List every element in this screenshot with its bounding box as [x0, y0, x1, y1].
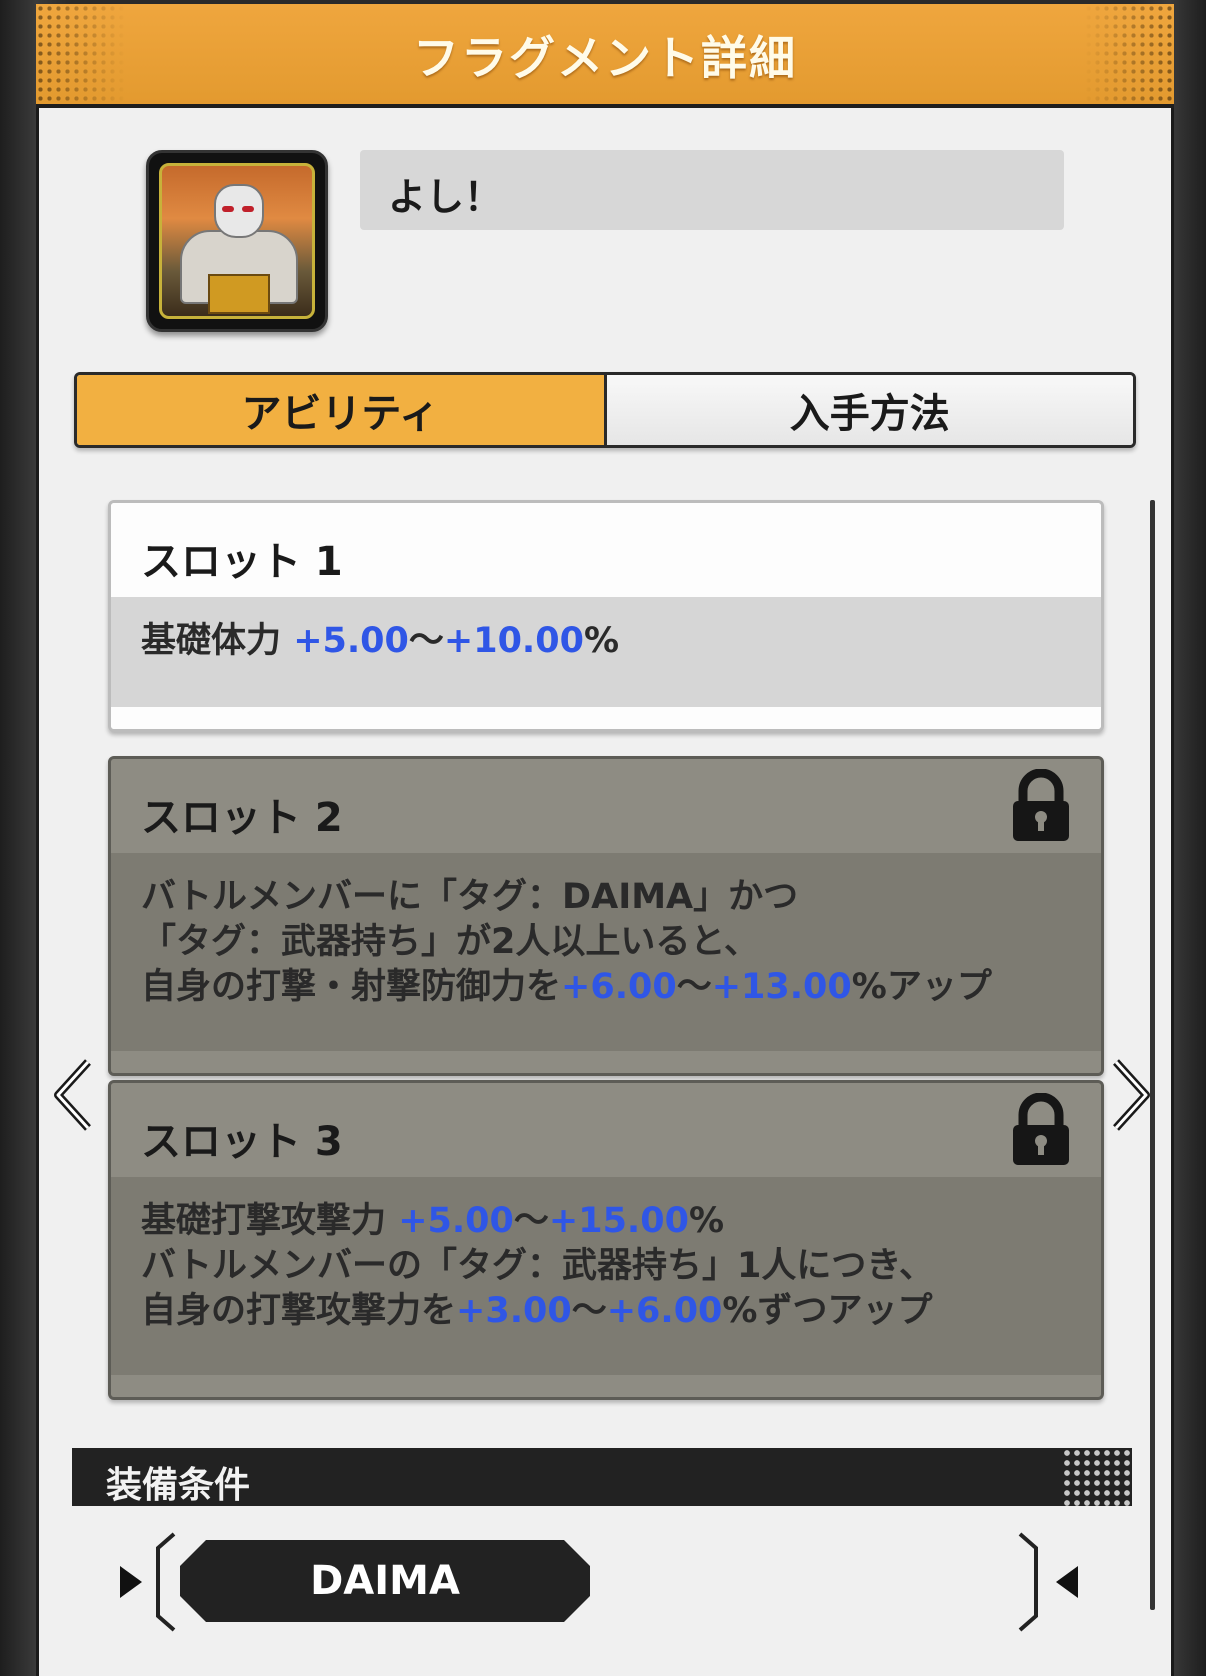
ability-text: % — [688, 1201, 725, 1241]
lock-icon — [1013, 769, 1069, 841]
ability-line: バトルメンバーに「タグ：DAIMA」かつ — [141, 875, 1071, 920]
ability-text: 〜 — [571, 1291, 607, 1331]
ability-value: +5.00 — [293, 621, 409, 661]
character-portrait-icon — [159, 163, 315, 319]
ability-text: バトルメンバーに「タグ：DAIMA」かつ — [141, 877, 799, 917]
slot-description: 基礎打撃攻撃力 +5.00〜+15.00% バトルメンバーの「タグ：武器持ち」1人… — [111, 1177, 1101, 1375]
ability-line: 基礎打撃攻撃力 +5.00〜+15.00% — [141, 1199, 1071, 1244]
ability-line: 自身の打撃攻撃力を+3.00〜+6.00%ずつアップ — [141, 1289, 1071, 1334]
ability-value: +6.00 — [561, 967, 677, 1007]
ability-text: 基礎体力 — [141, 621, 294, 661]
chevron-left-icon[interactable] — [50, 1058, 94, 1132]
requirements-title: 装備条件 — [106, 1465, 251, 1506]
scrollbar[interactable] — [1150, 500, 1155, 1610]
ability-line: バトルメンバーの「タグ：武器持ち」1人につき、 — [141, 1244, 1071, 1289]
fragment-avatar[interactable] — [146, 150, 328, 332]
ability-value: +13.00 — [711, 967, 852, 1007]
ability-text: % — [583, 621, 620, 661]
lock-icon — [1013, 1093, 1069, 1165]
slot-card-2: スロット 2 バトルメンバーに「タグ：DAIMA」かつ 「タグ：武器持ち」が2人以… — [108, 756, 1104, 1076]
halftone-decoration — [1062, 1448, 1132, 1506]
requirements-header: 装備条件 — [72, 1448, 1132, 1506]
ability-text: 自身の打撃攻撃力を — [141, 1291, 457, 1331]
ability-value: +5.00 — [398, 1201, 514, 1241]
tab-ability[interactable]: アビリティ — [77, 375, 607, 445]
fragment-name-box: よし！ — [360, 150, 1064, 230]
ability-text: 基礎打撃攻撃力 — [141, 1201, 399, 1241]
triangle-left-icon — [1056, 1566, 1078, 1598]
slot-title: スロット 3 — [141, 1119, 343, 1165]
ability-line: 自身の打撃・射撃防御力を+6.00〜+13.00%アップ — [141, 965, 1071, 1010]
triangle-right-icon — [120, 1566, 142, 1598]
tab-acquisition[interactable]: 入手方法 — [606, 375, 1133, 445]
ability-value: +3.00 — [456, 1291, 572, 1331]
tag-list: DAIMA — [108, 1528, 1088, 1638]
fragment-name: よし！ — [388, 175, 503, 219]
page-title: フラグメント詳細 — [413, 31, 797, 85]
bracket-right-icon — [1018, 1532, 1038, 1632]
ability-line: 基礎体力 +5.00〜+10.00% — [141, 619, 1071, 664]
tag-chip[interactable]: DAIMA — [180, 1540, 590, 1622]
ability-text: 「タグ：武器持ち」が2人以上いると、 — [141, 922, 759, 962]
tab-bar: アビリティ 入手方法 — [74, 372, 1136, 448]
header-bar: フラグメント詳細 — [36, 4, 1174, 108]
ability-value: +15.00 — [548, 1201, 689, 1241]
slot-description: 基礎体力 +5.00〜+10.00% — [111, 597, 1101, 707]
slot-title: スロット 1 — [141, 539, 343, 585]
ability-text: 自身の打撃・射撃防御力を — [141, 967, 562, 1007]
ability-line: 「タグ：武器持ち」が2人以上いると、 — [141, 920, 1071, 965]
ability-value: +6.00 — [606, 1291, 723, 1331]
ability-text: %ずつアップ — [722, 1291, 933, 1331]
ability-value: +10.00 — [443, 621, 584, 661]
ability-text: 〜 — [513, 1201, 549, 1241]
ability-text: 〜 — [676, 967, 712, 1007]
ability-text: バトルメンバーの「タグ：武器持ち」1人につき、 — [141, 1246, 934, 1286]
slot-title: スロット 2 — [141, 795, 343, 841]
chevron-right-icon[interactable] — [1110, 1058, 1154, 1132]
slot-card-1: スロット 1 基礎体力 +5.00〜+10.00% — [108, 500, 1104, 732]
bracket-left-icon — [156, 1532, 176, 1632]
ability-text: 〜 — [408, 621, 444, 661]
slot-description: バトルメンバーに「タグ：DAIMA」かつ 「タグ：武器持ち」が2人以上いると、 自身… — [111, 853, 1101, 1051]
slot-card-3: スロット 3 基礎打撃攻撃力 +5.00〜+15.00% バトルメンバーの「タグ：… — [108, 1080, 1104, 1400]
ability-text: %アップ — [851, 967, 992, 1007]
